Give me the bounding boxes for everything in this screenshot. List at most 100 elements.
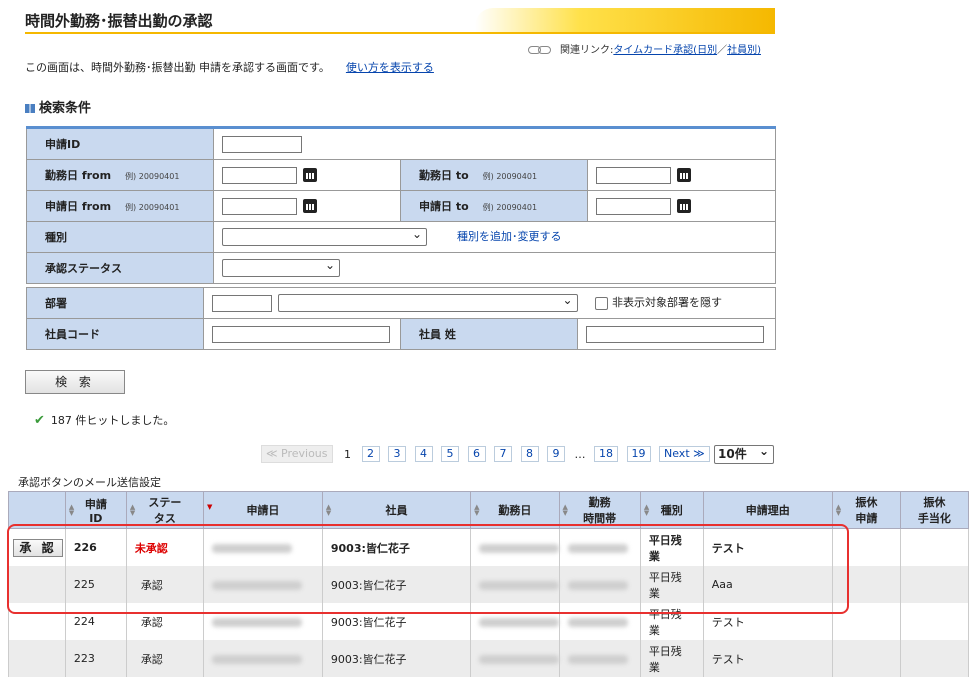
search-form-department: 部署 非表示対象部署を隠す 社員コード 社員 姓: [26, 287, 776, 350]
hit-count: ✔ 187 件ヒットしました。: [34, 412, 174, 428]
redacted-request-date: [212, 617, 303, 627]
comp-pay-cell: [899, 640, 970, 677]
description-text: この画面は、時間外勤務･振替出勤 申請を承認する画面です。: [25, 61, 330, 74]
header-type[interactable]: ▲ ▼ 種別: [639, 491, 704, 529]
sort-icon[interactable]: ▲ ▼: [644, 504, 649, 517]
work-to-label: 勤務日 to 例) 20090401: [400, 159, 588, 191]
page-link[interactable]: 3: [388, 446, 406, 462]
header-reason: 申請理由: [702, 491, 833, 529]
page-header: 時間外勤務･振替出勤の承認: [25, 8, 775, 34]
search-section-heading: 検索条件: [25, 97, 91, 116]
sort-desc-icon[interactable]: ▼: [207, 504, 212, 511]
page-ellipsis: …: [574, 447, 586, 461]
related-links: 関連リンク:タイムカード承認(日別／社員別): [528, 41, 761, 56]
search-heading-text: 検索条件: [39, 101, 92, 116]
department-select[interactable]: [277, 292, 578, 312]
employee-cell: 9003:皆仁花子: [321, 640, 472, 677]
sort-icon[interactable]: ▲ ▼: [326, 504, 331, 517]
work-from-input[interactable]: [222, 166, 297, 184]
page-link[interactable]: 19: [626, 446, 651, 462]
timecard-daily-link[interactable]: タイムカード承認(日別: [613, 45, 717, 56]
timecard-employee-link[interactable]: 社員別): [727, 45, 761, 56]
header-request-date[interactable]: ▼ 申請日: [203, 491, 323, 529]
calendar-icon[interactable]: [677, 199, 691, 213]
page-link[interactable]: 18: [594, 446, 618, 462]
page-link[interactable]: 4: [414, 446, 433, 462]
calendar-icon[interactable]: [303, 199, 317, 213]
type-select[interactable]: [222, 226, 427, 246]
status-label: 承認ステータス: [26, 252, 214, 284]
department-label: 部署: [26, 287, 204, 319]
employee-name-input[interactable]: [586, 325, 764, 343]
hit-count-text: 187 件ヒットしました。: [50, 414, 175, 427]
work-from-label: 勤務日 from 例) 20090401: [26, 159, 214, 191]
comp-pay-cell: [899, 603, 970, 640]
link-icon: [528, 45, 552, 55]
status-select[interactable]: [222, 257, 340, 277]
request-from-input[interactable]: [222, 197, 297, 215]
employee-code-input[interactable]: [212, 325, 390, 343]
page-link[interactable]: 9: [547, 446, 565, 462]
request-to-input[interactable]: [596, 197, 671, 215]
header-decoration: [475, 8, 775, 34]
page-link[interactable]: 7: [494, 446, 512, 462]
header-comp-pay: 振休 手当化: [899, 491, 970, 529]
reason-cell: テスト: [702, 640, 833, 677]
pagination: ≪ Previous 1 2 3 4 5 6 7 8 9 … 18 19 Nex…: [261, 445, 710, 463]
header-status[interactable]: ▲ ▼ ステー タス: [125, 491, 205, 529]
approve-column-header: [8, 491, 66, 529]
check-icon: ✔: [34, 413, 45, 428]
status-cell: 承認: [125, 640, 205, 677]
related-separator: ／: [717, 45, 728, 56]
redacted-work-time: [567, 617, 628, 627]
page-title: 時間外勤務･振替出勤の承認: [25, 12, 213, 30]
header-work-time[interactable]: ▲ ▼ 勤務 時間帯: [558, 491, 641, 529]
highlight-annotation: [7, 524, 849, 614]
employee-code-label: 社員コード: [26, 318, 204, 350]
sort-icon[interactable]: ▲ ▼: [130, 504, 135, 517]
redacted-work-date: [479, 617, 560, 627]
work-to-input[interactable]: [596, 166, 671, 184]
request-to-label: 申請日 to 例) 20090401: [400, 190, 588, 222]
request-id-label: 申請ID: [26, 127, 214, 160]
help-link[interactable]: 使い方を表示する: [346, 61, 434, 74]
related-label: 関連リンク:: [560, 45, 614, 56]
edit-type-link[interactable]: 種別を追加･変更する: [457, 230, 562, 243]
header-employee[interactable]: ▲ ▼ 社員: [321, 491, 472, 529]
redacted-work-date: [479, 654, 560, 664]
calendar-icon[interactable]: [677, 168, 691, 182]
type-cell: 平日残業: [639, 640, 704, 677]
request-from-label: 申請日 from 例) 20090401: [26, 190, 214, 222]
page-link[interactable]: 6: [467, 446, 486, 462]
sort-icon[interactable]: ▲ ▼: [563, 504, 568, 517]
header-work-date[interactable]: ▲ ▼ 勤務日: [470, 491, 560, 529]
calendar-icon[interactable]: [303, 168, 317, 182]
header-request-id[interactable]: ▲ ▼ 申請 ID: [64, 491, 127, 529]
next-page-button[interactable]: Next ≫: [659, 446, 710, 462]
header-underline: [25, 32, 775, 34]
table-header-row: ▲ ▼ 申請 ID ▲ ▼ ステー タス ▼ 申請日 ▲ ▼ 社員 ▲ ▼ 勤務日 ▲ ▼ 勤務 時間帯 ▲…: [8, 491, 970, 529]
previous-page-button: ≪ Previous: [261, 445, 333, 463]
page-link[interactable]: 8: [520, 446, 539, 462]
page-description: この画面は、時間外勤務･振替出勤 申請を承認する画面です。 使い方を表示する: [25, 59, 434, 75]
sort-icon[interactable]: ▲ ▼: [474, 504, 479, 517]
request-id-input[interactable]: [222, 135, 302, 153]
search-button[interactable]: 検 索: [25, 370, 125, 394]
header-comp-leave[interactable]: ▲ ▼ 振休 申請: [831, 491, 901, 529]
comp-pay-cell: [899, 528, 970, 566]
mail-setting-link[interactable]: 承認ボタンのメール送信設定: [18, 474, 161, 490]
current-page: 1: [344, 447, 351, 461]
hide-department-checkbox[interactable]: [595, 296, 608, 310]
page-link[interactable]: 5: [441, 446, 459, 462]
request-id-cell: 223: [64, 640, 127, 677]
table-row: 223 承認 9003:皆仁花子 平日残業 テスト: [8, 640, 970, 677]
redacted-request-date: [212, 654, 303, 664]
employee-name-label: 社員 姓: [400, 318, 578, 350]
comp-pay-cell: [899, 566, 970, 603]
page-link[interactable]: 2: [361, 446, 380, 462]
hide-department-label: 非表示対象部署を隠す: [612, 296, 722, 309]
department-code-input[interactable]: [212, 294, 272, 312]
per-page-select[interactable]: 10件: [714, 443, 774, 464]
sort-icon[interactable]: ▲ ▼: [69, 504, 74, 517]
sort-icon[interactable]: ▲ ▼: [836, 504, 841, 517]
